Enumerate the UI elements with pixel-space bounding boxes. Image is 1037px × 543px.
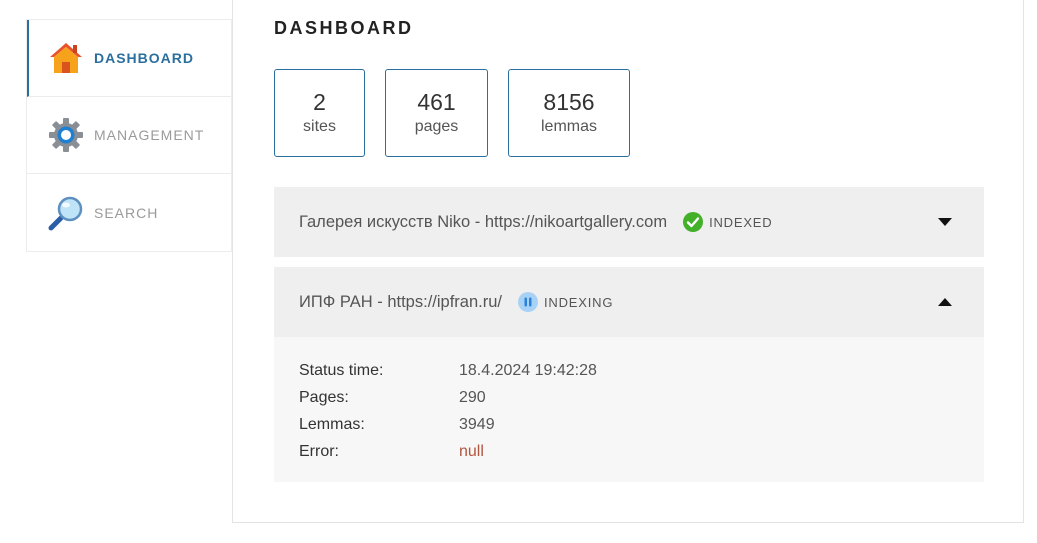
detail-label: Lemmas:	[299, 415, 365, 433]
gear-icon	[48, 117, 84, 153]
site-header[interactable]: Галерея искусств Niko - https://nikoartg…	[274, 187, 984, 257]
site-panel: ИПФ РАН - https://ipfran.ru/ INDEXING St…	[274, 267, 984, 482]
stat-value: 2	[313, 89, 326, 115]
status-text: INDEXED	[709, 214, 773, 230]
lemmas-value: 3949	[459, 415, 495, 433]
sidebar-item-search[interactable]: SEARCH	[27, 174, 231, 251]
pause-circle-icon	[517, 292, 538, 312]
site-header[interactable]: ИПФ РАН - https://ipfran.ru/ INDEXING	[274, 267, 984, 337]
sidebar: DASHBOARD MANAGEMENT SEARCH	[26, 19, 232, 252]
stat-value: 8156	[543, 89, 595, 115]
stat-card-pages: 461 pages	[385, 69, 488, 157]
status-badge: INDEXED	[683, 212, 772, 232]
detail-label: Error:	[299, 442, 339, 460]
stat-label: sites	[303, 118, 336, 135]
sidebar-item-label: DASHBOARD	[94, 50, 194, 66]
home-icon	[48, 40, 84, 76]
detail-label: Status time:	[299, 361, 384, 379]
stat-card-sites: 2 sites	[274, 69, 365, 157]
status-text: INDEXING	[543, 294, 614, 310]
detail-label: Pages:	[299, 388, 349, 406]
stat-label: pages	[414, 118, 459, 135]
sidebar-item-management[interactable]: MANAGEMENT	[27, 97, 231, 174]
magnifier-icon	[48, 195, 84, 231]
page-title: DASHBOARD	[274, 18, 414, 38]
site-details: Status time: 18.4.2024 19:42:28 Pages: 2…	[274, 337, 984, 482]
stat-card-lemmas: 8156 lemmas	[508, 69, 630, 157]
detail-row: Error: null	[299, 438, 959, 465]
stat-label: lemmas	[540, 118, 597, 135]
stats-row: 2 sites 461 pages 8156 lemmas	[274, 69, 650, 157]
detail-row: Pages: 290	[299, 384, 959, 411]
status-badge: INDEXING	[517, 292, 614, 312]
chevron-down-icon[interactable]	[938, 217, 952, 227]
stat-value: 461	[417, 89, 456, 115]
site-name: ИПФ РАН - https://ipfran.ru/	[299, 292, 502, 311]
site-panel: Галерея искусств Niko - https://nikoartg…	[274, 187, 984, 257]
check-circle-icon	[683, 212, 704, 232]
error-value: null	[459, 442, 484, 460]
detail-row: Status time: 18.4.2024 19:42:28	[299, 357, 959, 384]
sidebar-item-label: MANAGEMENT	[94, 127, 205, 143]
sidebar-item-label: SEARCH	[94, 204, 159, 221]
site-name: Галерея искусств Niko - https://nikoartg…	[299, 212, 668, 231]
detail-row: Lemmas: 3949	[299, 411, 959, 438]
chevron-up-icon[interactable]	[938, 297, 952, 307]
pages-value: 290	[459, 388, 486, 406]
status-time-value: 18.4.2024 19:42:28	[459, 361, 597, 379]
main-panel: DASHBOARD 2 sites 461 pages 8156 lemmas …	[232, 0, 1024, 523]
sidebar-item-dashboard[interactable]: DASHBOARD	[27, 20, 231, 97]
